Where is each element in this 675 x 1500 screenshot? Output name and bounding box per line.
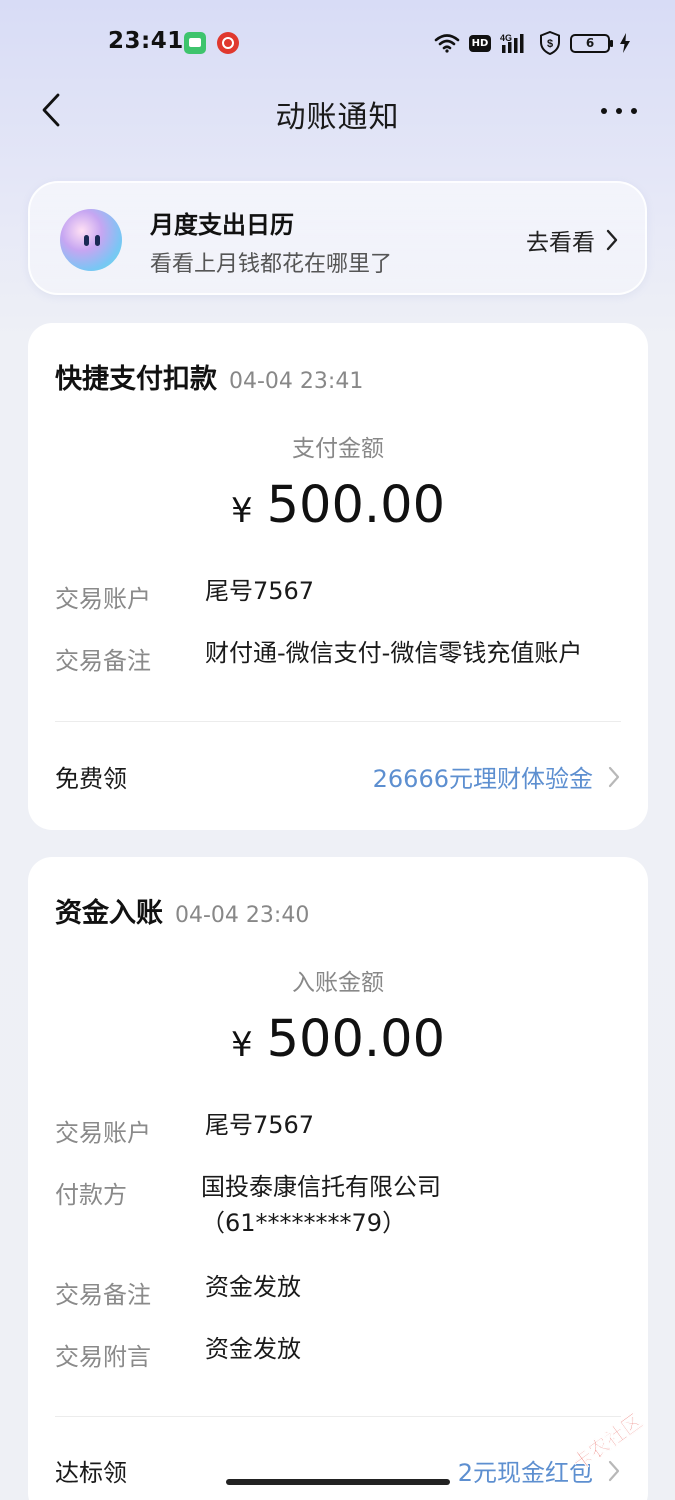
deposit-notice-card: 资金入账 04-04 23:40 入账金额 ¥500.00 交易账户 尾号756… xyxy=(28,857,648,1500)
spending-calendar-banner[interactable]: 月度支出日历 看看上月钱都花在哪里了 去看看 xyxy=(28,181,647,295)
reward-offer-row[interactable]: 达标领 2元现金红包 xyxy=(55,1453,621,1493)
detail-value: 尾号7567 xyxy=(205,577,315,605)
offer-link[interactable]: 26666元理财体验金 xyxy=(373,759,621,794)
detail-label: 付款方 xyxy=(55,1181,127,1209)
bank-app-icon xyxy=(217,32,239,54)
card-timestamp: 04-04 23:40 xyxy=(175,903,310,928)
amount-value: ¥500.00 xyxy=(28,476,648,535)
detail-label: 交易备注 xyxy=(55,1281,151,1309)
free-offer-row[interactable]: 免费领 26666元理财体验金 xyxy=(55,759,621,799)
detail-label: 交易账户 xyxy=(55,585,151,613)
card-header: 快捷支付扣款 04-04 23:41 xyxy=(55,357,363,396)
detail-value: 资金发放 xyxy=(205,1335,301,1363)
card-title: 资金入账 xyxy=(55,898,163,929)
detail-label: 交易备注 xyxy=(55,647,151,675)
offer-label: 达标领 xyxy=(55,1459,127,1487)
card-timestamp: 04-04 23:41 xyxy=(229,369,364,394)
svg-text:4G: 4G xyxy=(500,33,512,43)
wifi-icon xyxy=(434,34,460,53)
banner-cta-label: 去看看 xyxy=(526,230,595,256)
hd-icon: HD xyxy=(469,34,491,52)
shield-icon: $ xyxy=(540,31,560,55)
status-icons: HD 4G $ 6 xyxy=(434,28,631,58)
currency-symbol: ¥ xyxy=(230,1025,253,1065)
card-title: 快捷支付扣款 xyxy=(55,364,217,395)
svg-text:$: $ xyxy=(547,38,553,50)
banner-title: 月度支出日历 xyxy=(150,211,294,239)
banner-cta-button[interactable]: 去看看 xyxy=(526,223,619,257)
status-bar: 23:41 HD 4G $ 6 xyxy=(0,0,675,88)
charging-icon xyxy=(620,33,630,53)
home-indicator[interactable] xyxy=(226,1479,450,1485)
divider xyxy=(55,1416,621,1417)
detail-label: 交易附言 xyxy=(55,1343,151,1371)
currency-symbol: ¥ xyxy=(230,491,253,531)
detail-value: 国投泰康信托有限公司（61********79） xyxy=(201,1173,441,1237)
detail-value: 资金发放 xyxy=(205,1273,301,1301)
detail-value: 财付通-微信支付-微信零钱充值账户 xyxy=(205,639,583,667)
messages-app-icon xyxy=(184,32,206,54)
nav-bar: 动账通知 xyxy=(0,78,675,144)
amount-value: ¥500.00 xyxy=(28,1010,648,1069)
cellular-signal-icon: 4G xyxy=(500,33,524,53)
chevron-right-icon xyxy=(608,766,620,787)
page-title: 动账通知 xyxy=(275,100,400,135)
amount-label: 支付金额 xyxy=(292,436,384,462)
divider xyxy=(55,721,621,722)
card-header: 资金入账 04-04 23:40 xyxy=(55,891,309,930)
more-options-icon[interactable] xyxy=(599,94,639,128)
battery-icon: 6 xyxy=(570,33,613,53)
offer-label: 免费领 xyxy=(55,765,127,793)
chevron-right-icon xyxy=(606,229,618,251)
amount-number: 500.00 xyxy=(266,1010,446,1069)
mascot-icon xyxy=(60,209,122,271)
banner-subtitle: 看看上月钱都花在哪里了 xyxy=(150,252,393,277)
status-time: 23:41 xyxy=(108,28,184,54)
detail-label: 交易账户 xyxy=(55,1119,151,1147)
detail-value: 尾号7567 xyxy=(205,1111,315,1139)
amount-label: 入账金额 xyxy=(292,970,384,996)
offer-link-text: 26666元理财体验金 xyxy=(372,765,593,793)
payment-notice-card: 快捷支付扣款 04-04 23:41 支付金额 ¥500.00 交易账户 尾号7… xyxy=(28,323,648,830)
amount-number: 500.00 xyxy=(266,476,446,535)
